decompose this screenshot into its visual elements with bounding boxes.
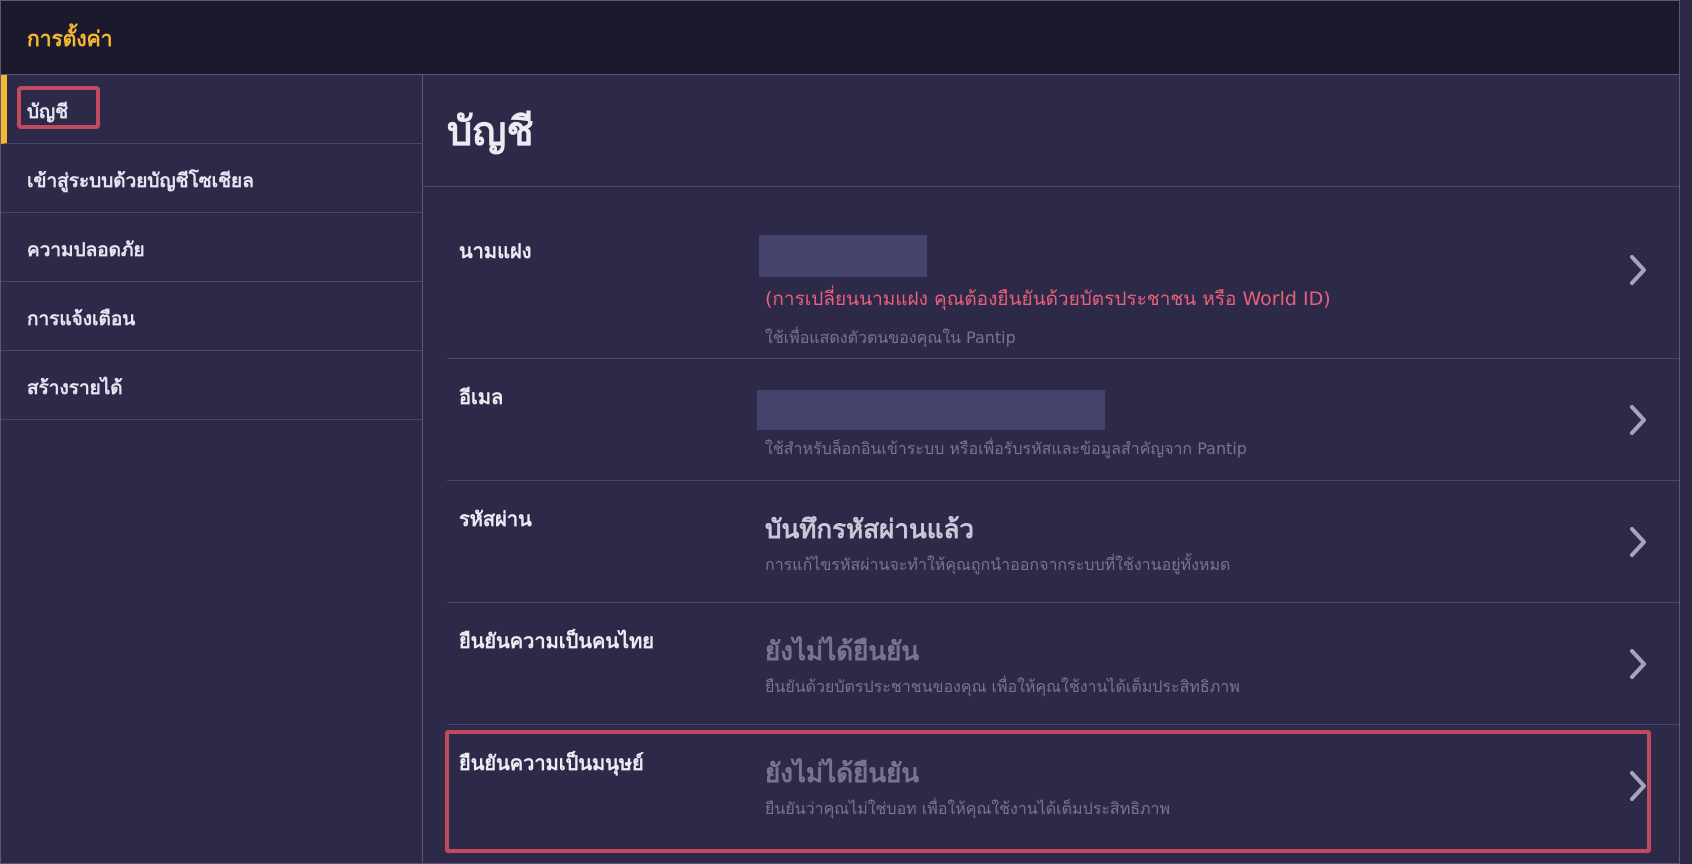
alias-warning: (การเปลี่ยนนามแฝง คุณต้องยืนยันด้วยบัตรป… [765,288,1331,310]
human-verify-note: ยืนยันว่าคุณไม่ใช่บอท เพื่อให้คุณใช้งานไ… [765,799,1171,818]
alias-label: นามแฝง [459,239,532,263]
password-note: การแก้ไขรหัสผ่านจะทำให้คุณถูกนำออกจากระบ… [765,555,1231,574]
sidebar-item-label: เข้าสู่ระบบด้วยบัญชีโซเชียล [27,170,254,192]
chevron-right-icon [1630,649,1646,679]
thai-verify-label: ยืนยันความเป็นคนไทย [459,629,655,653]
highlight-box-account [17,86,100,129]
alias-row[interactable]: นามแฝง (การเปลี่ยนนามแฝง คุณต้องยืนยันด้… [447,213,1679,359]
email-note: ใช้สำหรับล็อกอินเข้าระบบ หรือเพื่อรับรหั… [765,439,1247,458]
sidebar-item-monetization[interactable]: สร้างรายได้ [1,351,422,420]
app-header: การตั้งค่า [1,1,1679,75]
sidebar-item-security[interactable]: ความปลอดภัย [1,213,422,282]
chevron-right-icon [1630,405,1646,435]
email-label: อีเมล [459,385,504,409]
alias-value-redacted [759,235,927,277]
thai-verify-status: ยังไม่ได้ยืนยัน [765,637,920,667]
email-row[interactable]: อีเมล ใช้สำหรับล็อกอินเข้าระบบ หรือเพื่อ… [447,359,1679,481]
sidebar-item-label: สร้างรายได้ [27,377,123,399]
chevron-right-icon [1630,771,1646,801]
human-verify-row[interactable]: ยืนยันความเป็นมนุษย์ ยังไม่ได้ยืนยัน ยืน… [447,725,1679,847]
sidebar-item-label: การแจ้งเตือน [27,308,136,330]
sidebar-item-notifications[interactable]: การแจ้งเตือน [1,282,422,351]
password-label: รหัสผ่าน [459,507,532,531]
human-verify-status: ยังไม่ได้ยืนยัน [765,759,920,789]
sidebar: บัญชี เข้าสู่ระบบด้วยบัญชีโซเชียล ความปล… [1,75,423,863]
page-title: บัญชี [447,109,534,155]
sidebar-item-social-login[interactable]: เข้าสู่ระบบด้วยบัญชีโซเชียล [1,144,422,213]
app-title: การตั้งค่า [27,27,113,51]
settings-window: การตั้งค่า บัญชี เข้าสู่ระบบด้วยบัญชีโซเ… [0,0,1680,864]
sidebar-item-account[interactable]: บัญชี [1,75,422,144]
main-content: บัญชี นามแฝง (การเปลี่ยนนามแฝง คุณต้องยื… [423,75,1679,863]
sidebar-item-label: ความปลอดภัย [27,239,145,261]
alias-note: ใช้เพื่อแสดงตัวตนของคุณใน Pantip [765,328,1016,347]
password-status: บันทึกรหัสผ่านแล้ว [765,515,975,545]
thai-verify-note: ยืนยันด้วยบัตรประชาชนของคุณ เพื่อให้คุณใ… [765,677,1240,696]
chevron-right-icon [1630,255,1646,285]
title-divider [423,186,1679,187]
human-verify-label: ยืนยันความเป็นมนุษย์ [459,751,644,775]
chevron-right-icon [1630,527,1646,557]
password-row[interactable]: รหัสผ่าน บันทึกรหัสผ่านแล้ว การแก้ไขรหัส… [447,481,1679,603]
email-value-redacted [757,390,1105,430]
thai-verify-row[interactable]: ยืนยันความเป็นคนไทย ยังไม่ได้ยืนยัน ยืนย… [447,603,1679,725]
